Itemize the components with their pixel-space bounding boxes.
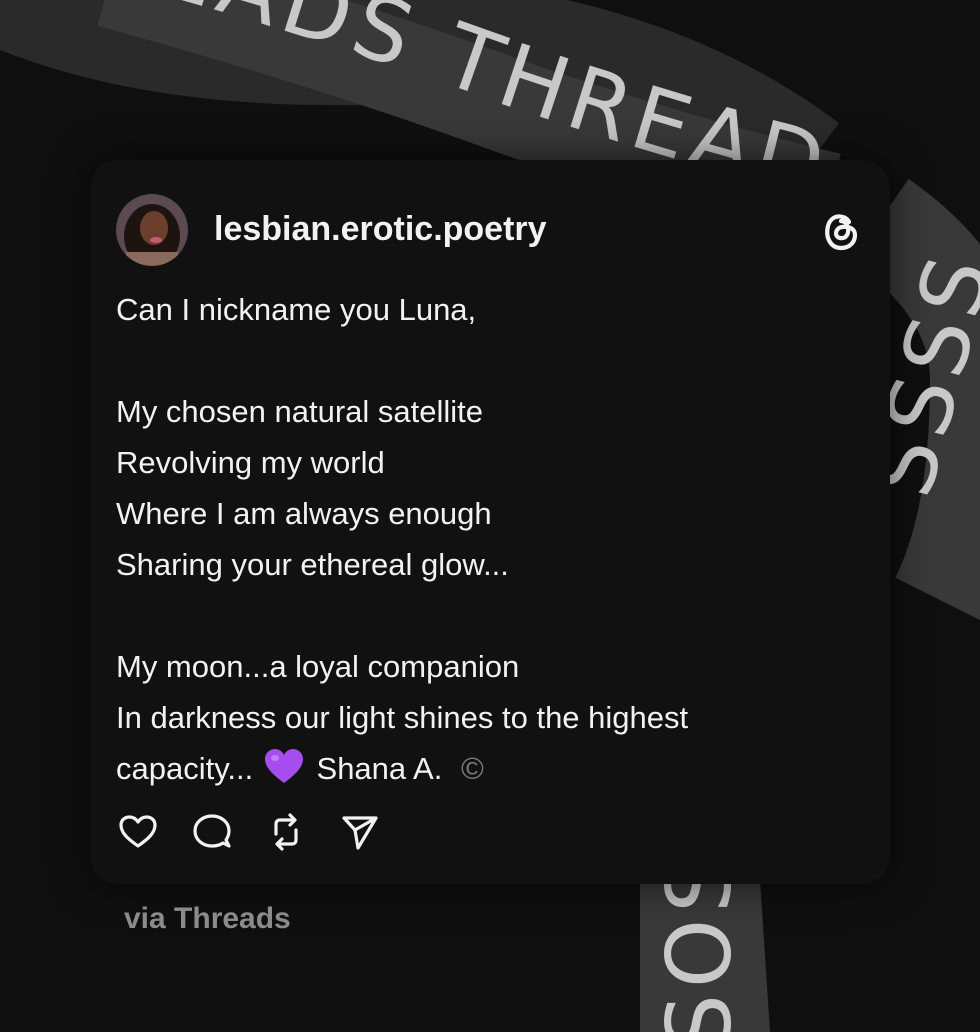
- via-threads-caption: via Threads: [124, 902, 291, 935]
- avatar[interactable]: [116, 194, 188, 266]
- share-icon[interactable]: [338, 810, 382, 854]
- post-line: Can I nickname you Luna,: [116, 292, 477, 327]
- post-line-blank: [116, 335, 856, 386]
- threads-post-card: lesbian.erotic.poetry Can I nickname you…: [90, 160, 890, 884]
- post-line: My chosen natural satellite: [116, 394, 484, 429]
- post-author: Shana A.: [316, 751, 443, 786]
- post-body: Can I nickname you Luna, My chosen natur…: [116, 284, 856, 794]
- post-actions: [116, 810, 382, 854]
- post-line: Revolving my world: [116, 445, 385, 480]
- post-line-start: capacity...: [116, 751, 254, 786]
- copyright-icon: ©: [460, 751, 484, 786]
- comment-icon[interactable]: [190, 810, 234, 854]
- repost-icon[interactable]: [264, 810, 308, 854]
- username[interactable]: lesbian.erotic.poetry: [214, 210, 547, 249]
- post-line: Sharing your ethereal glow...: [116, 547, 509, 582]
- post-line: Where I am always enough: [116, 496, 492, 531]
- heart-icon[interactable]: [116, 810, 160, 854]
- threads-logo-icon[interactable]: [818, 208, 864, 254]
- post-line: My moon...a loyal companion: [116, 649, 520, 684]
- avatar-image: [116, 194, 188, 266]
- purple-heart-icon: [264, 749, 303, 783]
- post-line-blank: [116, 590, 856, 641]
- post-last-line: capacity... Shana A. ©: [116, 743, 856, 794]
- post-line: In darkness our light shines to the high…: [116, 700, 689, 735]
